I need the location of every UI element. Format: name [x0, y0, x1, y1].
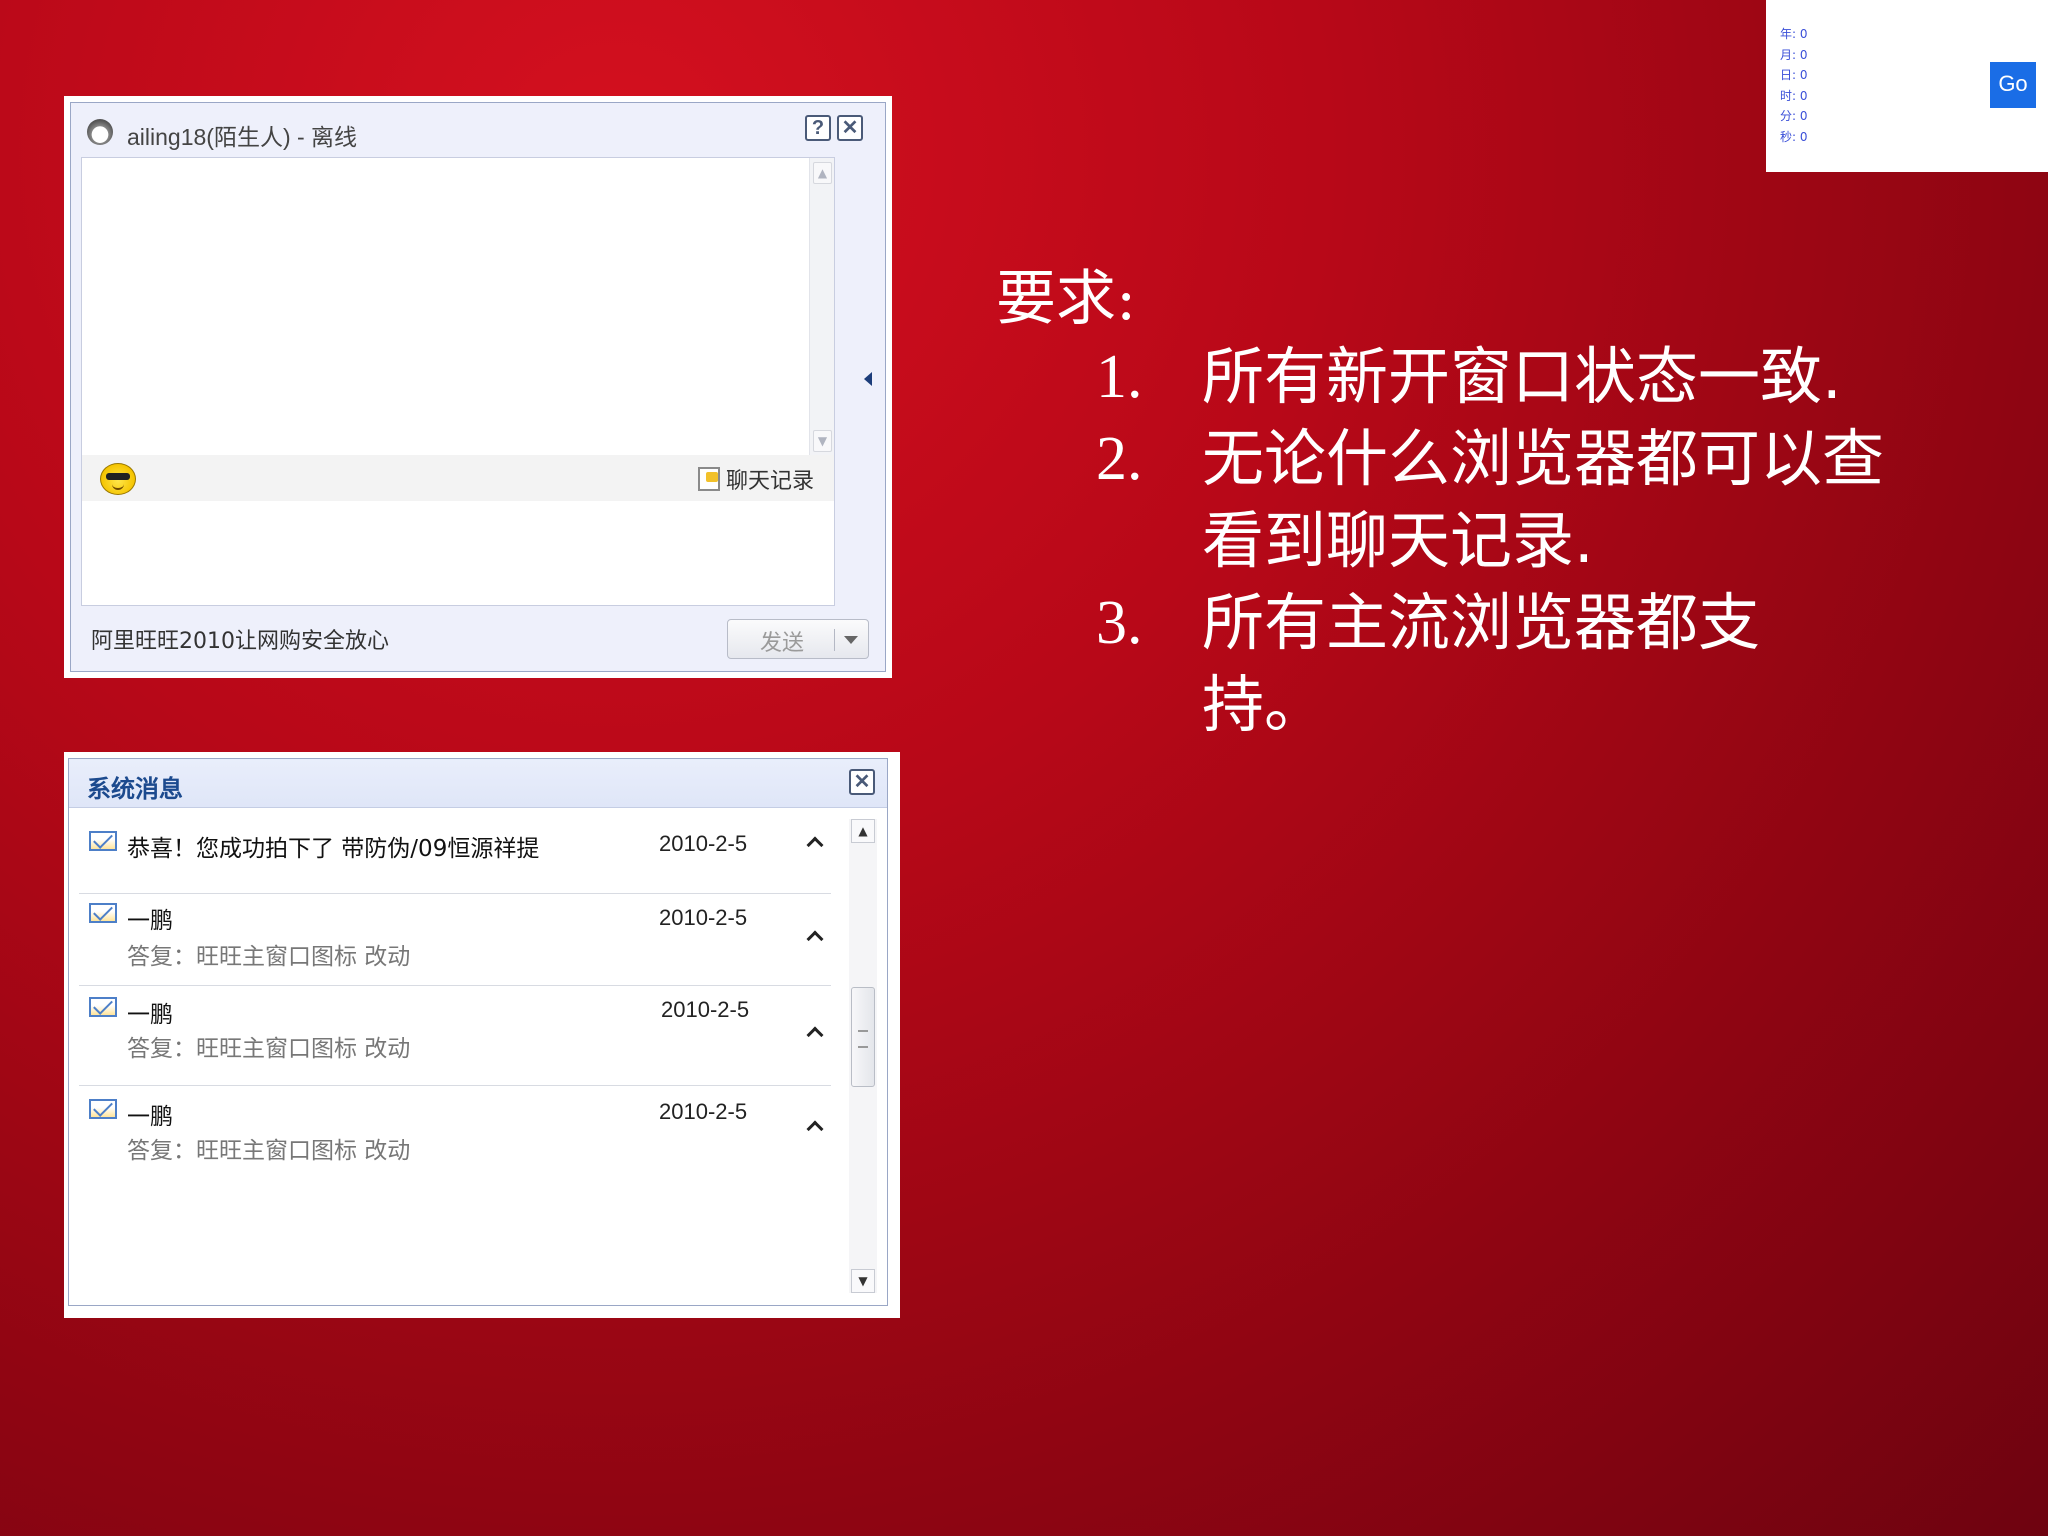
envelope-icon: [89, 903, 117, 923]
envelope-icon: [89, 831, 117, 851]
scroll-up-icon[interactable]: ▲: [851, 819, 875, 843]
hour-field: 时: 0: [1780, 88, 1808, 103]
chevron-up-icon[interactable]: [806, 930, 824, 948]
message-subject: 一鹏: [127, 1104, 173, 1130]
help-icon[interactable]: ?: [805, 115, 831, 141]
requirement-item: 2. 无论什么浏览器都可以查看到聊天记录.: [1096, 418, 1976, 582]
send-button[interactable]: 发送: [727, 619, 869, 659]
requirement-text: 所有主流浏览器都支持。: [1202, 586, 1761, 741]
message-input[interactable]: [81, 501, 835, 606]
requirement-number: 1.: [1096, 343, 1143, 411]
list-item[interactable]: 一鹏 答复：旺旺主窗口图标 改动 2010-2-5: [79, 1085, 831, 1185]
slogan-text: 阿里旺旺2010让网购安全放心: [91, 629, 389, 654]
message-date: 2010-2-5: [659, 831, 748, 856]
system-messages-window: 系统消息 ✕ 恭喜！您成功拍下了 带防伪/09恒源祥提 2010-2-5 一鹏 …: [64, 752, 900, 1318]
list-item[interactable]: 一鹏 答复：旺旺主窗口图标 改动 2010-2-5: [79, 893, 831, 986]
system-messages-title: 系统消息: [87, 775, 183, 803]
chevron-up-icon[interactable]: [806, 836, 824, 854]
dropdown-arrow-icon[interactable]: [844, 636, 858, 644]
list-item[interactable]: 一鹏 答复：旺旺主窗口图标 改动 2010-2-5: [79, 985, 831, 1086]
requirement-text: 无论什么浏览器都可以查看到聊天记录.: [1202, 422, 1885, 577]
minute-field: 分: 0: [1780, 109, 1808, 123]
chat-history-icon: [697, 467, 720, 491]
send-label: 发送: [760, 631, 805, 656]
year-field: 年: 0: [1780, 27, 1808, 41]
message-subject: 一鹏: [127, 908, 173, 934]
chat-status-bar: 阿里旺旺2010让网购安全放心 发送: [71, 611, 885, 667]
chat-history-button[interactable]: 聊天记录: [697, 463, 814, 495]
message-list-scrollbar[interactable]: ▲ ▼: [849, 819, 877, 1293]
chat-history-scrollbar[interactable]: ▲ ▼: [809, 158, 834, 456]
envelope-icon: [89, 1099, 117, 1119]
message-list: 恭喜！您成功拍下了 带防伪/09恒源祥提 2010-2-5 一鹏 答复：旺旺主窗…: [79, 809, 831, 1295]
collapse-arrow-icon[interactable]: [864, 372, 872, 386]
message-body: 答复：旺旺主窗口图标 改动: [127, 1036, 411, 1062]
chat-window: ailing18(陌生人) - 离线 ? ✕ ▲ ▼ 聊天记录 阿里旺旺2010…: [64, 96, 892, 678]
go-button[interactable]: Go: [1990, 62, 2036, 108]
requirement-text: 所有新开窗口状态一致.: [1202, 340, 1842, 413]
close-icon[interactable]: ✕: [849, 769, 875, 795]
time-panel: 年: 0 月: 0 日: 0 时: 0 分: 0 秒: 0 Go: [1766, 0, 2048, 172]
chevron-up-icon[interactable]: [806, 1120, 824, 1138]
emoticon-icon[interactable]: [100, 463, 136, 495]
second-field: 秒: 0: [1780, 129, 1808, 144]
avatar-icon: [87, 119, 113, 145]
chat-window-frame: ailing18(陌生人) - 离线 ? ✕ ▲ ▼ 聊天记录 阿里旺旺2010…: [70, 102, 886, 672]
day-field: 日: 0: [1780, 68, 1808, 82]
close-icon[interactable]: ✕: [837, 115, 863, 141]
month-field: 月: 0: [1780, 47, 1808, 62]
scroll-down-icon[interactable]: ▼: [851, 1269, 875, 1293]
message-body: 答复：旺旺主窗口图标 改动: [127, 944, 411, 970]
send-separator: [834, 629, 835, 651]
scroll-thumb[interactable]: [851, 987, 875, 1087]
list-item[interactable]: 恭喜！您成功拍下了 带防伪/09恒源祥提 2010-2-5: [79, 809, 831, 894]
message-subject: 恭喜！您成功拍下了 带防伪/09恒源祥提: [127, 836, 540, 862]
message-date: 2010-2-5: [659, 1099, 748, 1124]
system-messages-header: 系统消息 ✕: [69, 759, 887, 808]
requirements-heading: 要求:: [996, 264, 1137, 334]
requirement-number: 3.: [1096, 589, 1143, 657]
message-date: 2010-2-5: [661, 997, 750, 1022]
time-rows: 年: 0 月: 0 日: 0 时: 0 分: 0 秒: 0: [1780, 24, 1808, 147]
message-subject: 一鹏: [127, 1002, 173, 1028]
envelope-icon: [89, 997, 117, 1017]
chat-history-area[interactable]: ▲ ▼: [81, 157, 835, 456]
requirement-number: 2.: [1096, 425, 1143, 493]
message-date: 2010-2-5: [659, 905, 748, 930]
chat-title: ailing18(陌生人) - 离线: [127, 124, 358, 150]
chevron-up-icon[interactable]: [806, 1026, 824, 1044]
message-body: 答复：旺旺主窗口图标 改动: [127, 1138, 411, 1164]
scroll-up-icon[interactable]: ▲: [813, 162, 832, 184]
system-messages-frame: 系统消息 ✕ 恭喜！您成功拍下了 带防伪/09恒源祥提 2010-2-5 一鹏 …: [68, 758, 888, 1306]
chat-toolbar: 聊天记录: [81, 455, 835, 501]
requirement-item: 1. 所有新开窗口状态一致.: [1096, 336, 1976, 418]
scroll-down-icon[interactable]: ▼: [813, 430, 832, 452]
chat-titlebar: ailing18(陌生人) - 离线 ? ✕: [71, 103, 885, 155]
requirement-item: 3. 所有主流浏览器都支持。: [1096, 582, 1976, 746]
chat-history-label: 聊天记录: [725, 469, 814, 494]
